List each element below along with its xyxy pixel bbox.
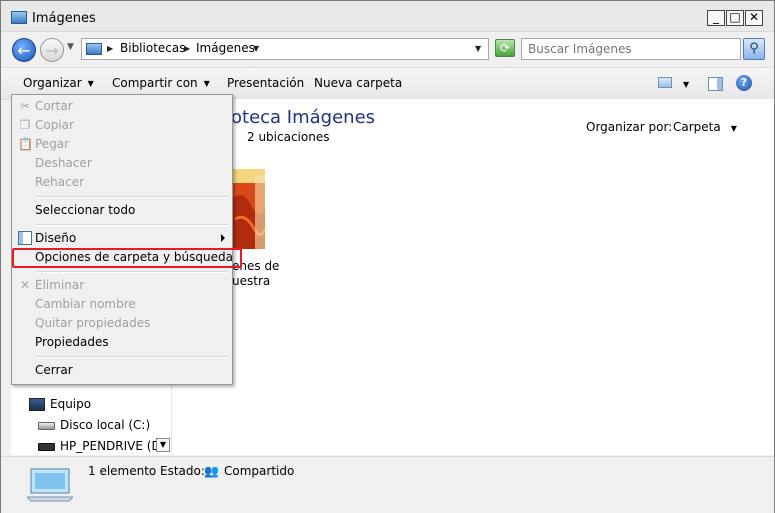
breadcrumb-arrow-icon[interactable]: ▶ xyxy=(184,44,190,53)
address-bar[interactable]: ▶ Bibliotecas ▶ Imágenes ▼ ▼ xyxy=(81,38,489,60)
library-title: oteca Imágenes xyxy=(231,107,376,128)
help-icon[interactable]: ? xyxy=(736,75,752,91)
menu-separator xyxy=(36,224,228,226)
highlight-box xyxy=(12,248,242,268)
menu-item-layout[interactable]: .Diseño xyxy=(13,229,231,248)
search-input[interactable] xyxy=(528,42,728,56)
share-button[interactable]: Compartir con ▼ xyxy=(112,76,210,90)
tree-item-label: Equipo xyxy=(50,397,92,411)
organize-button[interactable]: Organizar ▼ xyxy=(23,76,94,90)
breadcrumb-imagenes[interactable]: Imágenes xyxy=(196,41,255,55)
menu-item-undo[interactable]: Deshacer xyxy=(13,154,231,173)
clipboard-icon: 📋 xyxy=(18,137,33,151)
delete-x-icon: ✕ xyxy=(19,278,31,292)
computer-icon xyxy=(29,398,45,411)
tree-item-local-disk[interactable]: Disco local (C:) xyxy=(38,418,150,432)
title-bar: Imágenes _ □ ✕ xyxy=(1,1,774,32)
tree-item-label: HP_PENDRIVE (D: xyxy=(60,439,165,453)
organize-menu: ✂ Cortar ❐ Copiar 📋 Pegar Deshacer Rehacer … xyxy=(11,94,233,385)
details-pane: 1 elemento Estado: 👥 Compartido xyxy=(1,456,774,513)
tree-item-computer[interactable]: Equipo xyxy=(29,397,91,411)
refresh-button[interactable]: ⟳ xyxy=(495,39,515,57)
library-icon xyxy=(11,11,27,24)
arrange-by-label: Organizar por: xyxy=(586,120,673,134)
forward-button[interactable]: → xyxy=(40,38,64,62)
back-button[interactable]: ← xyxy=(12,38,36,62)
breadcrumb-arrow-icon[interactable]: ▶ xyxy=(107,44,113,53)
view-dropdown-icon[interactable]: ▼ xyxy=(683,80,689,89)
menu-item-copy[interactable]: ❐ Copiar xyxy=(13,116,231,135)
menu-separator xyxy=(36,271,228,273)
address-row: ← → ▼ ▶ Bibliotecas ▶ Imágenes ▼ ▼ ⟳ ⚲ xyxy=(1,32,774,66)
address-dropdown-icon[interactable]: ▼ xyxy=(475,44,481,53)
arrange-by-value: Carpeta xyxy=(673,120,721,134)
layout-icon: . xyxy=(18,231,32,245)
search-icon[interactable]: ⚲ xyxy=(743,38,765,60)
close-button[interactable]: ✕ xyxy=(745,10,763,26)
shared-users-icon: 👥 xyxy=(204,464,219,478)
window-title: Imágenes xyxy=(32,11,96,26)
history-dropdown-icon[interactable]: ▼ xyxy=(67,42,74,52)
menu-separator xyxy=(36,196,228,198)
state-label: Estado: xyxy=(160,464,205,478)
presentation-button[interactable]: Presentación xyxy=(227,76,304,90)
library-large-icon xyxy=(27,468,73,502)
menu-item-rename[interactable]: Cambiar nombre xyxy=(13,295,231,314)
menu-item-delete[interactable]: ✕ Eliminar xyxy=(13,276,231,295)
menu-separator xyxy=(36,356,228,358)
library-icon xyxy=(86,43,102,55)
submenu-arrow-icon xyxy=(221,234,225,242)
library-subtitle[interactable]: 2 ubicaciones xyxy=(247,130,329,144)
menu-item-properties[interactable]: Propiedades xyxy=(13,333,231,352)
breadcrumb-bibliotecas[interactable]: Bibliotecas xyxy=(120,41,185,55)
state-value: Compartido xyxy=(224,464,295,478)
menu-item-redo[interactable]: Rehacer xyxy=(13,173,231,192)
folder-label-line: uestra xyxy=(232,274,271,288)
maximize-button[interactable]: □ xyxy=(726,10,744,26)
minimize-button[interactable]: _ xyxy=(707,10,725,26)
sample-pictures-folder-icon[interactable] xyxy=(231,169,265,249)
view-options-icon[interactable] xyxy=(658,77,672,88)
scissors-icon: ✂ xyxy=(19,99,31,113)
menu-item-remove-properties[interactable]: Quitar propiedades xyxy=(13,314,231,333)
menu-item-close[interactable]: Cerrar xyxy=(13,361,231,380)
scroll-down-button[interactable]: ▼ xyxy=(156,438,170,452)
item-count: 1 elemento xyxy=(88,464,157,478)
chevron-down-icon: ▼ xyxy=(87,79,94,88)
chevron-down-icon: ▼ xyxy=(730,124,737,133)
menu-item-paste[interactable]: 📋 Pegar xyxy=(13,135,231,154)
preview-pane-icon[interactable] xyxy=(708,77,723,91)
usb-drive-icon xyxy=(38,442,55,451)
menu-item-select-all[interactable]: Seleccionar todo xyxy=(13,201,231,220)
tree-item-pendrive[interactable]: HP_PENDRIVE (D: xyxy=(38,439,165,453)
new-folder-button[interactable]: Nueva carpeta xyxy=(314,76,402,90)
arrange-by-dropdown[interactable]: Carpeta ▼ xyxy=(673,120,737,134)
organize-label: Organizar xyxy=(23,76,82,90)
disk-drive-icon xyxy=(38,421,55,430)
tree-item-label: Disco local (C:) xyxy=(60,418,151,432)
search-box[interactable] xyxy=(521,38,741,60)
share-label: Compartir con xyxy=(112,76,198,90)
copy-icon: ❐ xyxy=(19,118,31,132)
menu-item-cut[interactable]: ✂ Cortar xyxy=(13,97,231,116)
content-area: oteca Imágenes 2 ubicaciones Organizar p… xyxy=(173,99,774,455)
breadcrumb-arrow-icon[interactable]: ▼ xyxy=(253,44,259,53)
chevron-down-icon: ▼ xyxy=(203,79,210,88)
